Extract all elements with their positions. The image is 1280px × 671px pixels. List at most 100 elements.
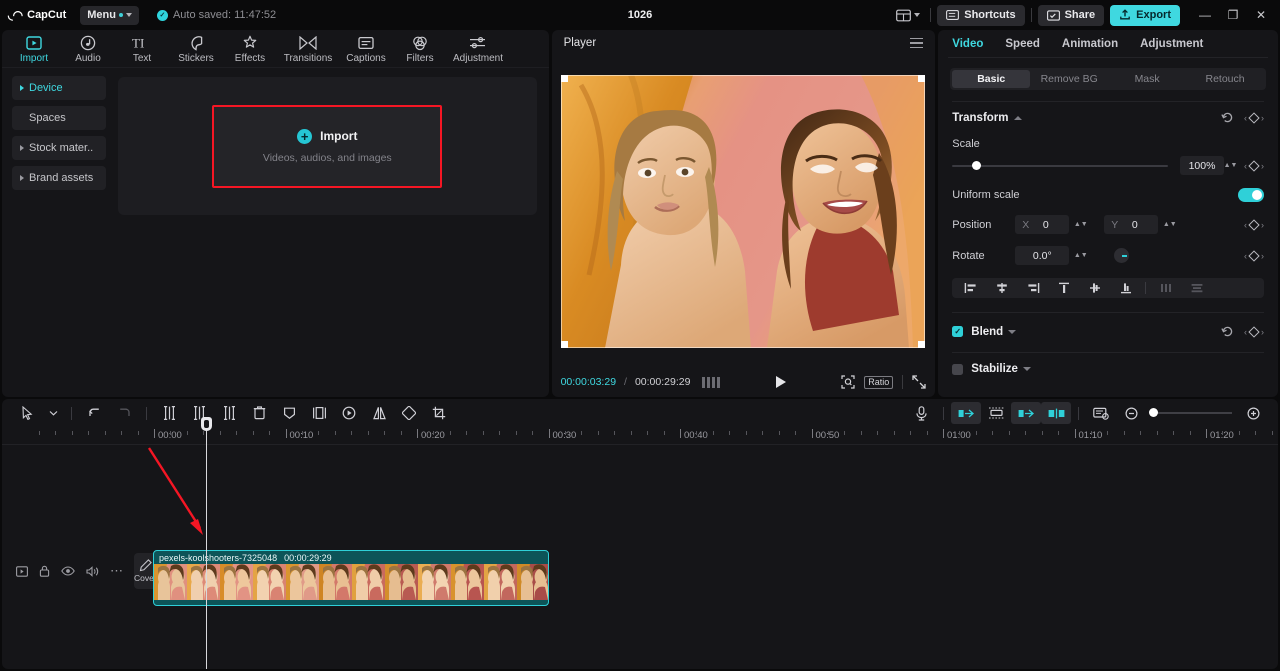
shortcuts-button[interactable]: Shortcuts: [937, 4, 1025, 26]
tab-text[interactable]: TI Text: [116, 33, 168, 64]
position-x-field[interactable]: X 0: [1015, 215, 1070, 234]
tab-audio[interactable]: Audio: [62, 33, 114, 64]
stabilize-checkbox[interactable]: [952, 363, 964, 375]
rotate-icon[interactable]: [394, 402, 424, 424]
align-left-icon[interactable]: [956, 279, 985, 297]
media-dropzone[interactable]: + Import Videos, audios, and images: [118, 77, 537, 215]
more-options-icon[interactable]: ⋯: [110, 564, 124, 577]
mute-icon[interactable]: [86, 565, 99, 577]
tab-filters[interactable]: Filters: [394, 33, 446, 64]
tab-video[interactable]: Video: [952, 38, 983, 50]
zoom-out-icon[interactable]: [1116, 402, 1146, 424]
prev-keyframe-icon[interactable]: ‹: [1244, 161, 1247, 171]
ratio-button[interactable]: Ratio: [864, 375, 894, 389]
select-tool-dropdown-icon[interactable]: [42, 402, 64, 424]
blend-keyframe[interactable]: ‹ ›: [1244, 325, 1264, 338]
share-button[interactable]: Share: [1037, 4, 1105, 26]
resize-handle-top-right[interactable]: [918, 75, 926, 82]
prev-keyframe-icon[interactable]: ‹: [1244, 327, 1247, 337]
menu-button[interactable]: Menu: [80, 5, 139, 25]
tab-adjustment[interactable]: Adjustment: [448, 33, 508, 64]
category-device[interactable]: Device: [12, 76, 106, 100]
tab-animation[interactable]: Animation: [1062, 38, 1118, 50]
zoom-in-icon[interactable]: [1238, 402, 1268, 424]
close-button[interactable]: ✕: [1248, 4, 1274, 26]
keyframe-icon[interactable]: [1248, 325, 1260, 338]
thumbnail-view-icon[interactable]: [1086, 402, 1116, 424]
position-keyframe[interactable]: ‹ ›: [1244, 218, 1264, 231]
tab-import[interactable]: Import: [8, 33, 60, 64]
next-keyframe-icon[interactable]: ›: [1261, 161, 1264, 171]
auto-cut-left-icon[interactable]: [951, 402, 981, 424]
next-keyframe-icon[interactable]: ›: [1261, 251, 1264, 261]
keyframe-icon[interactable]: [1248, 159, 1260, 172]
timeline-clip[interactable]: pexels-koolshooters-7325048 00:00:29:29: [153, 550, 549, 606]
rotate-keyframe[interactable]: ‹ ›: [1244, 249, 1264, 262]
split-icon[interactable]: [154, 402, 184, 424]
scale-slider[interactable]: [952, 159, 1168, 173]
playhead[interactable]: [201, 417, 212, 669]
keyframe-icon[interactable]: [1248, 249, 1260, 262]
lock-icon[interactable]: [39, 565, 50, 577]
playhead-handle[interactable]: [201, 417, 212, 431]
mark-icon[interactable]: [274, 402, 304, 424]
next-keyframe-icon[interactable]: ›: [1261, 113, 1264, 123]
chevron-up-icon[interactable]: [1013, 115, 1022, 120]
rotate-stepper[interactable]: ▲▼: [1074, 252, 1088, 259]
minimize-button[interactable]: —: [1192, 4, 1218, 26]
redo-icon[interactable]: [109, 402, 139, 424]
align-middle-icon[interactable]: [1080, 279, 1109, 297]
undo-icon[interactable]: [79, 402, 109, 424]
scale-value[interactable]: 100%: [1180, 156, 1224, 175]
timeline-zoom-slider[interactable]: [1149, 408, 1232, 417]
segment-retouch[interactable]: Retouch: [1186, 70, 1264, 88]
visibility-icon[interactable]: [61, 566, 75, 576]
mirror-icon[interactable]: [364, 402, 394, 424]
import-button[interactable]: + Import Videos, audios, and images: [212, 104, 443, 188]
track-video-icon[interactable]: [16, 565, 28, 577]
reset-icon[interactable]: [1221, 111, 1234, 124]
frame-list-icon[interactable]: [702, 376, 721, 388]
resize-handle-bottom-right[interactable]: [918, 341, 926, 348]
distribute-vertical-icon[interactable]: [1182, 279, 1211, 297]
rotate-value[interactable]: 0.0°: [1015, 246, 1070, 265]
rotate-dial[interactable]: [1114, 248, 1130, 263]
blend-checkbox[interactable]: ✓: [952, 326, 964, 337]
distribute-horizontal-icon[interactable]: [1151, 279, 1180, 297]
split-at-playhead-icon[interactable]: [1041, 402, 1071, 424]
record-voiceover-icon[interactable]: [906, 402, 936, 424]
resize-handle-top-left[interactable]: [561, 75, 569, 82]
segment-remove-bg[interactable]: Remove BG: [1030, 70, 1108, 88]
auto-cut-right-icon[interactable]: [1011, 402, 1041, 424]
keyframe-icon[interactable]: [1248, 218, 1260, 231]
scale-keyframe[interactable]: ‹ ›: [1244, 159, 1264, 172]
slider-knob[interactable]: [971, 161, 981, 170]
position-x-stepper[interactable]: ▲▼: [1074, 221, 1088, 228]
maximize-button[interactable]: ❐: [1220, 4, 1246, 26]
tab-effects[interactable]: Effects: [224, 33, 276, 64]
player-menu-icon[interactable]: [910, 37, 924, 49]
zoom-fit-icon[interactable]: [841, 375, 855, 389]
position-y-stepper[interactable]: ▲▼: [1163, 221, 1177, 228]
category-brand-assets[interactable]: Brand assets: [12, 166, 106, 190]
layout-button[interactable]: [892, 7, 924, 24]
align-center-horizontal-icon[interactable]: [987, 279, 1016, 297]
select-tool-icon[interactable]: [12, 402, 42, 424]
fullscreen-icon[interactable]: [912, 375, 926, 389]
timeline-ruler[interactable]: 00:00 00:10 00:20 00:30 00:40 00:50 01:00 01:10…: [2, 427, 1278, 445]
segment-basic[interactable]: Basic: [952, 70, 1031, 88]
tab-adjustment[interactable]: Adjustment: [1140, 38, 1203, 50]
tab-stickers[interactable]: Stickers: [170, 33, 222, 64]
keyframe-control[interactable]: ‹ ›: [1244, 111, 1264, 124]
category-stock-materials[interactable]: Stock mater..: [12, 136, 106, 160]
segment-mask[interactable]: Mask: [1108, 70, 1186, 88]
export-button[interactable]: Export: [1110, 4, 1180, 26]
crop-icon[interactable]: [424, 402, 454, 424]
tab-speed[interactable]: Speed: [1005, 38, 1040, 50]
prev-keyframe-icon[interactable]: ‹: [1244, 251, 1247, 261]
chevron-down-icon[interactable]: [1008, 329, 1017, 334]
reverse-icon[interactable]: [334, 402, 364, 424]
category-spaces[interactable]: Spaces: [12, 106, 106, 130]
tab-captions[interactable]: Captions: [340, 33, 392, 64]
align-top-icon[interactable]: [1049, 279, 1078, 297]
